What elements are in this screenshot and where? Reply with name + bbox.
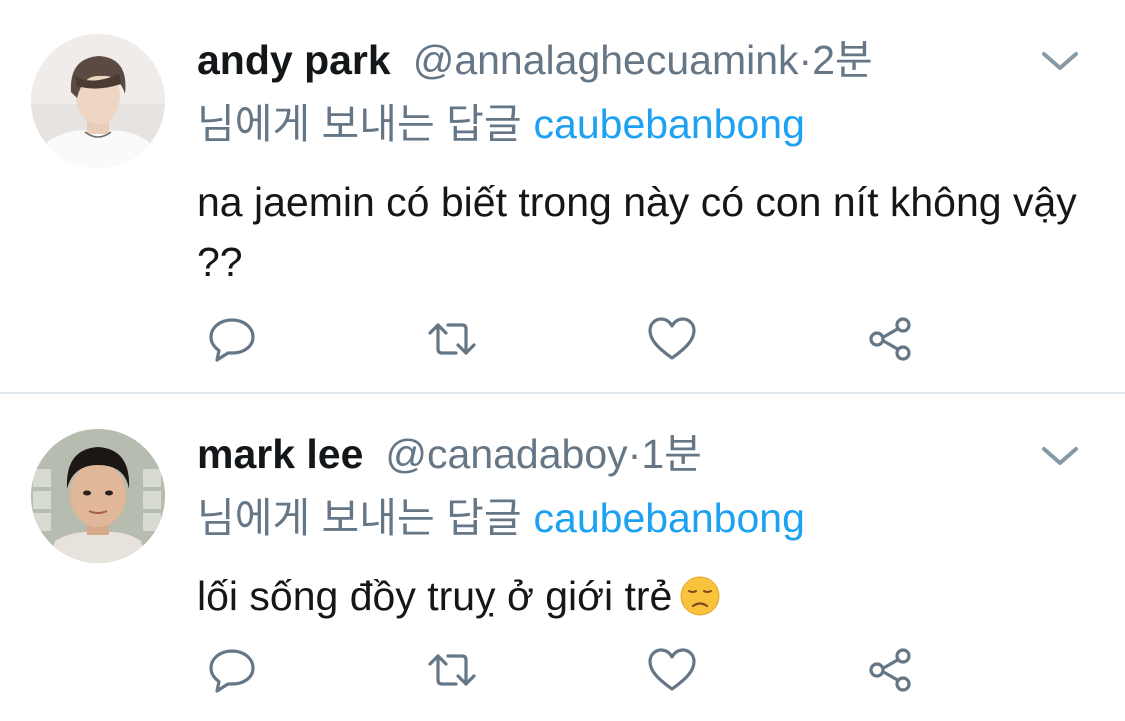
tweet[interactable]: andy park @annalaghecuamink·2분 님에게 보내는 답글… — [0, 0, 1125, 392]
timestamp[interactable]: 2분 — [812, 37, 873, 83]
reply-icon — [209, 649, 255, 693]
display-name[interactable]: mark lee — [197, 431, 363, 477]
share-icon — [869, 317, 911, 361]
chevron-down-icon[interactable] — [1038, 46, 1082, 76]
chevron-down-icon[interactable] — [1038, 441, 1082, 471]
tweet-header: mark lee @canadaboy·1분 — [197, 429, 702, 479]
separator-dot: · — [627, 431, 642, 477]
retweet-icon — [428, 654, 476, 686]
retweet-button[interactable] — [422, 309, 482, 369]
like-icon — [648, 317, 696, 360]
share-button[interactable] — [860, 309, 920, 369]
display-name[interactable]: andy park — [197, 37, 391, 83]
separator-dot: · — [798, 37, 813, 83]
reply-to-link[interactable]: caubebanbong — [534, 495, 805, 541]
reply-prefix: 님에게 보내는 답글 — [197, 495, 522, 541]
user-handle[interactable]: @canadaboy — [385, 431, 627, 477]
avatar[interactable] — [31, 34, 165, 168]
share-button[interactable] — [860, 640, 920, 700]
avatar[interactable] — [31, 429, 165, 563]
tweet-actions — [0, 640, 1125, 700]
tweet[interactable]: mark lee @canadaboy·1분 님에게 보내는 답글 caubeban… — [0, 394, 1125, 721]
like-icon — [648, 648, 696, 691]
reply-icon — [209, 318, 255, 362]
reply-prefix: 님에게 보내는 답글 — [197, 101, 522, 147]
reply-button[interactable] — [202, 309, 262, 369]
tweet-text-content: lối sống đồy truỵ ở giới trẻ — [197, 573, 673, 619]
reply-context: 님에게 보내는 답글 caubebanbong — [197, 493, 805, 543]
tweet-header: andy park @annalaghecuamink·2분 — [197, 35, 873, 85]
like-button[interactable] — [642, 640, 702, 700]
tweet-text: lối sống đồy truỵ ở giới trẻ — [197, 566, 1077, 626]
retweet-icon — [428, 323, 476, 355]
like-button[interactable] — [642, 309, 702, 369]
retweet-button[interactable] — [422, 640, 482, 700]
reply-to-link[interactable]: caubebanbong — [534, 101, 805, 147]
user-handle[interactable]: @annalaghecuamink — [413, 37, 799, 83]
share-icon — [869, 648, 911, 692]
reply-button[interactable] — [202, 640, 262, 700]
disappointed-face-emoji — [680, 572, 720, 616]
timestamp[interactable]: 1분 — [641, 431, 702, 477]
reply-context: 님에게 보내는 답글 caubebanbong — [197, 99, 805, 149]
tweet-actions — [0, 309, 1125, 369]
tweet-text: na jaemin có biết trong này có con nít k… — [197, 179, 1077, 285]
